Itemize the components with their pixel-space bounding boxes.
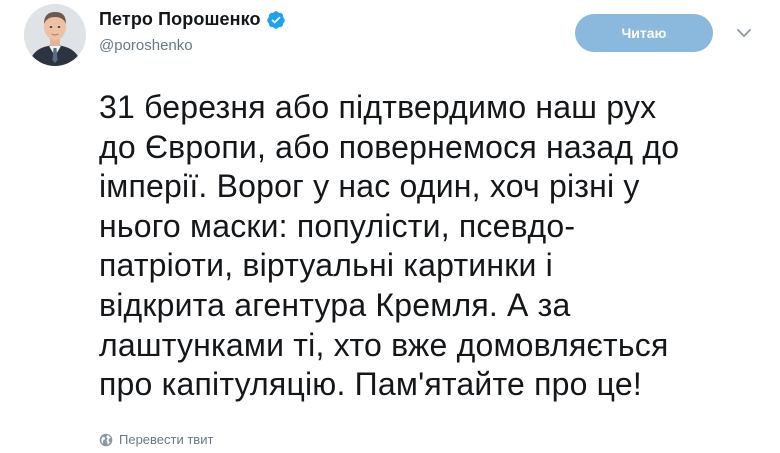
tweet-card: Петро Порошенко @poroshenko Читаю 31 бер…	[0, 0, 780, 453]
verified-badge-icon	[266, 10, 286, 30]
tweet-text-line: про капітуляцію. Пам'ятайте про це!	[99, 366, 642, 403]
author-name-row[interactable]: Петро Порошенко	[99, 9, 286, 30]
translate-tweet-link[interactable]: Перевести твит	[99, 432, 213, 447]
tweet-text: 31 березня або підтвердимо наш рух до Єв…	[99, 88, 759, 405]
chevron-down-icon[interactable]	[736, 26, 752, 38]
globe-icon	[99, 433, 113, 447]
tweet-text-line: патріоти, віртуальні картинки і	[99, 247, 553, 284]
tweet-text-line: до Європи, або повернемося назад до	[99, 128, 680, 165]
author-handle[interactable]: @poroshenko	[99, 37, 193, 54]
translate-tweet-label[interactable]: Перевести твит	[119, 432, 213, 447]
following-button[interactable]: Читаю	[575, 14, 713, 52]
tweet-text-line: лаштунками ті, хто вже домовляється	[99, 326, 669, 363]
tweet-text-line: відкрита агентура Кремля. А за	[99, 286, 571, 323]
avatar-image	[24, 4, 86, 66]
tweet-text-line: 31 березня або підтвердимо наш рух	[99, 89, 657, 125]
author-display-name[interactable]: Петро Порошенко	[99, 9, 261, 30]
tweet-text-line: імперії. Ворог у нас один, хоч різні у	[99, 168, 640, 205]
tweet-text-line: нього маски: популісти, псевдо-	[99, 207, 576, 244]
avatar[interactable]	[24, 4, 86, 66]
